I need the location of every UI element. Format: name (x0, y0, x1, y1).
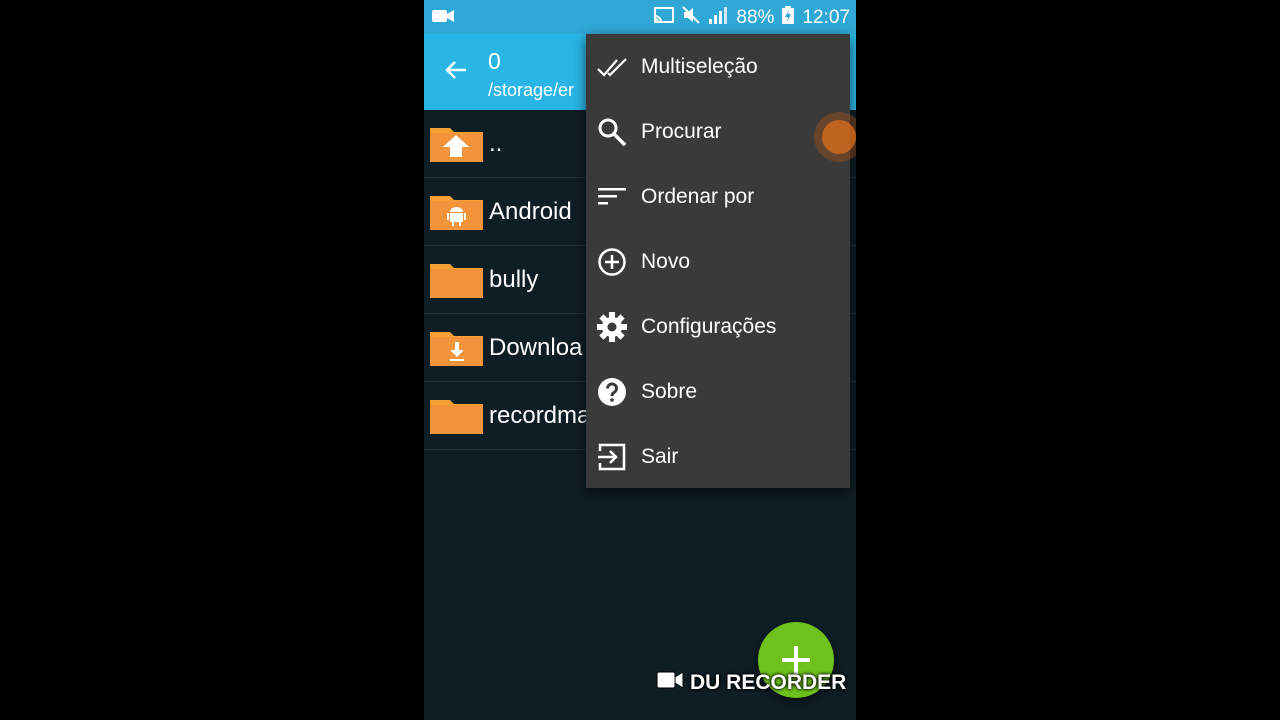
clock: 12:07 (802, 7, 850, 28)
menu-item-exit[interactable]: Sair (586, 424, 850, 489)
battery-level: 88% (736, 7, 775, 28)
menu-item-label: Sair (641, 445, 679, 468)
menu-item-sort[interactable]: Ordenar por (586, 164, 850, 229)
toolbar-title: 0 (488, 48, 501, 74)
file-name: bully (489, 266, 539, 293)
menu-item-label: Configurações (641, 315, 777, 338)
menu-item-settings[interactable]: Configurações (586, 294, 850, 359)
folder-icon (430, 396, 483, 434)
signal-icon (708, 6, 728, 30)
recorder-watermark: DU RECORDER (656, 670, 846, 696)
menu-item-search[interactable]: Procurar (586, 99, 850, 164)
menu-item-about[interactable]: Sobre (586, 359, 850, 424)
double-check-icon (597, 52, 627, 82)
folder-icon (430, 260, 483, 298)
battery-charging-icon (782, 6, 795, 30)
camera-icon (656, 670, 684, 696)
gear-icon (597, 312, 627, 342)
folder-up-icon (430, 124, 483, 162)
watermark-text: DU RECORDER (690, 671, 847, 694)
cast-icon (654, 7, 675, 29)
folder-download-icon (430, 328, 483, 366)
exit-icon (597, 442, 627, 472)
status-bar: 88% 12:07 (424, 0, 856, 34)
phone-screen: 88% 12:07 0 /storage/er .. Android bully… (424, 0, 856, 720)
touch-indicator (822, 120, 856, 154)
menu-item-label: Ordenar por (641, 185, 755, 208)
toolbar-path: /storage/er (488, 80, 575, 100)
file-name: .. (489, 130, 503, 157)
video-camera-icon (432, 9, 454, 28)
file-name: Downloa (489, 334, 583, 361)
plus-circle-icon (597, 247, 627, 277)
search-icon (597, 117, 627, 147)
file-name: recordma (489, 402, 591, 429)
menu-item-label: Multiseleção (641, 55, 758, 78)
menu-item-new[interactable]: Novo (586, 229, 850, 294)
file-name: Android (489, 198, 572, 225)
back-arrow-icon[interactable] (444, 58, 468, 87)
menu-item-label: Sobre (641, 380, 698, 403)
overflow-menu: Multiseleção Procurar Ordenar por Novo C… (586, 34, 850, 488)
folder-android-icon (430, 192, 483, 230)
menu-item-label: Procurar (641, 120, 722, 143)
menu-item-label: Novo (641, 250, 691, 273)
menu-item-multiselect[interactable]: Multiseleção (586, 34, 850, 99)
sort-icon (597, 182, 627, 212)
mute-icon (682, 6, 701, 30)
help-icon (597, 377, 627, 407)
